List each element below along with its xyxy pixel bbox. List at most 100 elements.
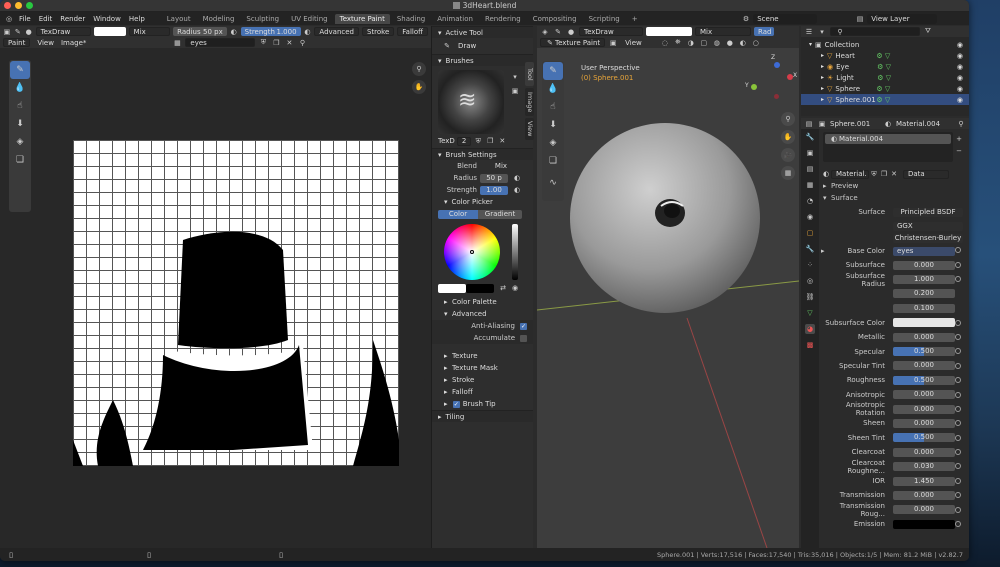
menu-edit[interactable]: Edit [36,15,56,23]
blender-logo-icon[interactable]: ◎ [4,14,14,24]
viewport-zoom-icon[interactable]: ⚲ [781,112,795,126]
properties-pin-icon[interactable]: ⚲ [956,119,966,129]
bsdf-field-value[interactable]: 0.100 [893,303,955,313]
display-mode-icon[interactable]: ▾ [817,27,827,37]
visibility-eye-icon[interactable]: ◉ [957,85,963,93]
draw-tool-icon[interactable]: ✎ [10,61,30,79]
radius-field[interactable]: 50 p [480,173,508,183]
add-workspace-button[interactable]: + [627,14,643,24]
world-tab-icon[interactable]: ◉ [805,212,815,222]
brush-menu-icon[interactable]: ● [25,27,33,37]
gizmo-neg-z-axis[interactable] [774,94,779,99]
viewport-mode-dropdown[interactable]: ✎ Texture Paint [540,38,606,47]
mask-toggle-icon[interactable]: ▣ [608,38,618,48]
menu-window[interactable]: Window [90,15,124,23]
expand-icon[interactable]: ▸ [821,85,824,92]
material-shading-icon[interactable]: ◐ [738,38,748,48]
object-tab-icon[interactable]: ▢ [805,228,815,238]
bsdf-field-value[interactable]: 0.000 [893,332,955,342]
surface-panel-header[interactable]: ▾ Surface [821,192,969,204]
viewport-editor-type-icon[interactable]: ◈ [540,27,550,37]
socket-icon[interactable] [955,405,961,412]
material-duplicate-icon[interactable]: ❐ [879,169,889,179]
color-wheel[interactable] [444,224,500,280]
base-color-socket-icon[interactable] [955,247,961,253]
editor-type-icon[interactable]: ▣ [3,27,11,37]
bsdf-field-value[interactable]: 0.000 [893,404,955,414]
xray-toggle-icon[interactable]: ▢ [699,38,709,48]
blend-mode-dropdown[interactable]: Mix [128,27,171,36]
active-tool-row[interactable]: ✎ Draw [432,38,533,54]
bsdf-field-value[interactable]: 0.030 [893,462,955,472]
base-color-expand-icon[interactable]: ▸ [821,247,825,255]
material-link-dropdown[interactable]: Data [903,169,949,179]
brush-tip-header[interactable]: ▸ ✓ Brush Tip [432,398,533,410]
viewport-clone-tool-icon[interactable]: ⬇ [543,116,563,134]
socket-icon[interactable] [955,477,961,484]
render-tab-icon[interactable]: ▣ [805,148,815,158]
viewport-color-swatch[interactable] [646,27,692,36]
value-slider[interactable] [512,224,518,280]
material-unlink-icon[interactable]: ✕ [889,169,899,179]
brush-color-swatch[interactable] [94,27,126,36]
socket-icon[interactable] [955,333,961,340]
bsdf-field-value[interactable]: 0.200 [893,289,955,299]
view-layer-field[interactable]: View Layer [867,14,938,24]
preview-panel-header[interactable]: ▸ Preview [821,180,969,192]
particles-tab-icon[interactable]: ⁘ [805,260,815,270]
bsdf-field-value[interactable]: 0.000 [893,260,955,270]
brush-name-label[interactable]: TexD [438,137,455,145]
socket-icon[interactable] [955,420,961,427]
material-fake-user-icon[interactable]: ⛨ [869,169,879,179]
material-slot-item[interactable]: ◐ Material.004 [825,134,951,144]
tab-modeling[interactable]: Modeling [198,14,240,24]
texture-mask-header[interactable]: ▸ Texture Mask [432,362,533,374]
viewport-view-menu[interactable]: View [621,39,646,47]
bsdf-field-value[interactable] [893,318,955,328]
bsdf-field-value[interactable]: 1.000 [893,275,955,285]
tab-rendering[interactable]: Rendering [480,14,526,24]
strength-pressure-icon-sidebar[interactable]: ◐ [512,185,522,195]
menu-render[interactable]: Render [57,15,88,23]
stroke-header[interactable]: ▸ Stroke [432,374,533,386]
advanced-header[interactable]: ▾ Advanced [432,308,533,320]
gizmo-z-axis[interactable] [774,62,780,68]
bsdf-field-value[interactable]: 0.000 [893,505,955,515]
viewport-soften-tool-icon[interactable]: 💧 [543,80,563,98]
view-menu[interactable]: View [33,39,58,47]
socket-icon[interactable] [955,449,961,456]
gizmo-toggle-icon[interactable]: ⛯ [673,38,683,48]
bsdf-field-value[interactable]: 0.500 [893,433,955,443]
tab-uv-editing[interactable]: UV Editing [286,14,333,24]
expand-icon[interactable]: ▸ [821,63,824,70]
material-tab-icon[interactable]: ◕ [805,324,815,334]
swap-colors-icon[interactable]: ⇄ [498,283,508,293]
outliner-item-sphere-001[interactable]: ▸ ▽ Sphere.001 ⚙ ▽ ◉ [801,94,969,105]
brush-preview-menu-icon[interactable]: ▾ [510,72,520,82]
mode-dropdown[interactable]: Paint [3,38,31,47]
physics-tab-icon[interactable]: ◎ [805,276,815,286]
bsdf-field-value[interactable]: 0.500 [893,375,955,385]
menu-file[interactable]: File [16,15,34,23]
sidebar-tab-view[interactable]: View [525,118,534,140]
tab-color[interactable]: Color [438,209,478,219]
navigation-gizmo[interactable]: Z X Y [745,54,797,102]
surface-shader-field[interactable]: Principled BSDF [893,207,963,217]
falloff-header[interactable]: ▸ Falloff [432,386,533,398]
fake-user-icon[interactable]: ⛨ [258,38,268,48]
bsdf-field-value[interactable] [893,519,955,529]
secondary-color-swatch[interactable] [466,284,494,293]
bsdf-field-value[interactable]: 0.000 [893,490,955,500]
unlink-image-icon[interactable]: ✕ [284,38,294,48]
expand-icon[interactable]: ▸ [821,74,824,81]
pan-hand-icon[interactable]: ✋ [412,80,426,94]
minimize-window-button[interactable] [15,2,22,9]
viewport-draw-tool-icon[interactable]: ✎ [543,62,563,80]
viewport-pan-icon[interactable]: ✋ [781,130,795,144]
scene-name-field[interactable]: Scene [753,14,818,24]
bsdf-field-value[interactable]: 0.500 [893,347,955,357]
pressure-icon[interactable]: ◐ [230,27,238,37]
tool-settings-tab-icon[interactable]: 🔧 [805,132,815,142]
bsdf-field-value[interactable]: 0.000 [893,418,955,428]
brush-settings-header[interactable]: ▾ Brush Settings [432,148,533,160]
